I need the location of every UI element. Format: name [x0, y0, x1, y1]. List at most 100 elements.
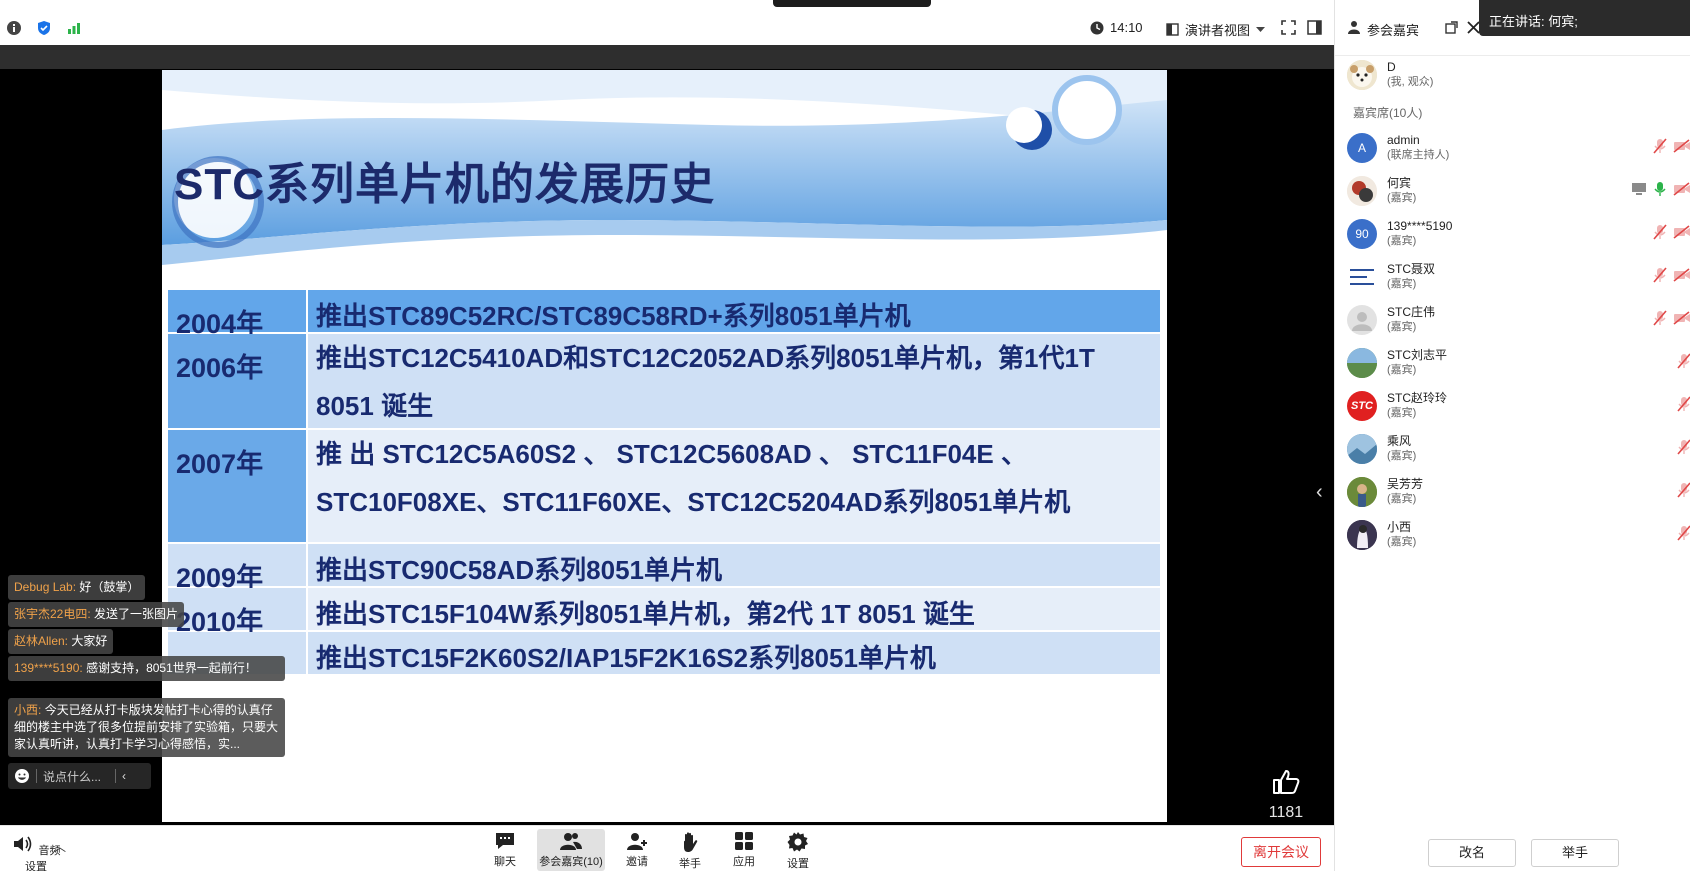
section-label: 嘉宾席(10人)	[1353, 106, 1423, 120]
mic-muted-icon[interactable]	[1653, 310, 1667, 326]
speaker-icon	[14, 836, 32, 852]
chat-sender: 张宇杰22电四:	[14, 607, 91, 621]
participant-row[interactable]: STC STC赵玲玲 (嘉宾)	[1347, 386, 1690, 426]
participant-row[interactable]: STC刘志平 (嘉宾)	[1347, 343, 1690, 383]
invite-label: 邀请	[626, 856, 648, 868]
mic-muted-icon[interactable]	[1677, 353, 1690, 369]
participant-controls	[1653, 310, 1690, 326]
participant-controls	[1653, 267, 1690, 283]
chat-message: Debug Lab: 好（鼓掌）	[8, 575, 146, 600]
participant-controls	[1677, 396, 1690, 412]
participant-role: (嘉宾)	[1387, 450, 1417, 462]
emoji-icon[interactable]	[14, 768, 30, 784]
self-participant[interactable]: D (我, 观众)	[1347, 60, 1433, 90]
chat-message: 赵林Allen: 大家好	[8, 629, 114, 654]
rename-button[interactable]: 改名	[1428, 839, 1516, 867]
settings-button[interactable]: 设置	[768, 829, 828, 871]
fullscreen-icon[interactable]	[1281, 20, 1296, 40]
table-row: 2006年 推出STC12C5410AD和STC12C2052AD系列8051单…	[168, 334, 1160, 428]
avatar	[1347, 262, 1377, 292]
panel-title: 参会嘉宾	[1367, 23, 1420, 38]
participant-name: 139****5190	[1387, 219, 1453, 233]
panel-raise-hand-button[interactable]: 举手	[1531, 839, 1619, 867]
participant-name: STC刘志平	[1387, 348, 1448, 362]
participant-role: (嘉宾)	[1387, 536, 1417, 548]
mic-active-icon[interactable]	[1653, 181, 1667, 197]
like-count: 1181	[1268, 804, 1304, 821]
table-row: 2009年 推出STC90C58AD系列8051单片机	[168, 544, 1160, 593]
leave-meeting-button[interactable]: 离开会议	[1241, 837, 1321, 867]
avatar	[1347, 348, 1377, 378]
camera-off-icon[interactable]	[1673, 139, 1690, 153]
view-mode-select[interactable]: 演讲者视图	[1166, 20, 1266, 39]
participant-row[interactable]: 何宾 (嘉宾)	[1347, 171, 1690, 211]
participant-role: (嘉宾)	[1387, 278, 1417, 290]
signal-icon[interactable]	[66, 20, 82, 36]
participant-role: (嘉宾)	[1387, 321, 1417, 333]
participant-row[interactable]: STC庄伟 (嘉宾)	[1347, 300, 1690, 340]
camera-off-icon[interactable]	[1673, 268, 1690, 282]
avatar	[1347, 305, 1377, 335]
participant-controls	[1677, 353, 1690, 369]
chat-sender: Debug Lab:	[14, 580, 77, 594]
thumbs-up-icon	[1273, 770, 1300, 794]
hand-icon	[684, 832, 698, 852]
chat-sender: 小西:	[14, 703, 42, 717]
participant-row[interactable]: 90 139****5190 (嘉宾)	[1347, 214, 1690, 254]
mic-muted-icon[interactable]	[1677, 525, 1690, 541]
participant-row[interactable]: 吴芳芳 (嘉宾)	[1347, 472, 1690, 512]
participant-role: (嘉宾)	[1387, 407, 1417, 419]
panel-footer: 改名 举手	[1335, 825, 1690, 871]
chevron-left-icon[interactable]: ‹	[122, 769, 126, 783]
year-cell: 2006年	[168, 334, 308, 428]
mic-muted-icon[interactable]	[1653, 138, 1667, 154]
participant-row[interactable]: STC聂双 (嘉宾)	[1347, 257, 1690, 297]
chat-text: 感谢支持，8051世界一起前行！	[86, 661, 257, 675]
year-cell: 2007年	[168, 430, 308, 542]
table-row: 2004年 推出STC89C52RC/STC89C58RD+系列8051单片机	[168, 290, 1160, 339]
speaking-indicator: 正在讲话: 何宾;	[1479, 0, 1690, 36]
like-button[interactable]: 1181	[1264, 769, 1308, 822]
mic-muted-icon[interactable]	[1677, 482, 1690, 498]
info-icon[interactable]	[6, 20, 22, 36]
camera-off-icon[interactable]	[1673, 311, 1690, 325]
desc-cell: 推出STC15F2K60S2/IAP15F2K16S2系列8051单片机	[308, 632, 1160, 674]
participant-name: D	[1387, 60, 1396, 74]
participant-row[interactable]: 乘风 (嘉宾)	[1347, 429, 1690, 469]
popout-icon[interactable]	[1445, 21, 1458, 34]
mic-muted-icon[interactable]	[1677, 439, 1690, 455]
sidebar-toggle-icon[interactable]	[1307, 20, 1322, 40]
shield-icon[interactable]	[36, 20, 52, 36]
mic-muted-icon[interactable]	[1653, 224, 1667, 240]
chevron-left-icon[interactable]: ‹	[1316, 481, 1323, 504]
table-row: 推出STC15F2K60S2/IAP15F2K16S2系列8051单片机	[168, 632, 1160, 674]
participant-row[interactable]: A admin (联席主持人)	[1347, 128, 1690, 168]
chevron-up-icon[interactable]: ︿	[54, 838, 66, 855]
screen-share-icon[interactable]	[1631, 182, 1647, 196]
participant-name: 乘风	[1387, 434, 1412, 448]
participant-row[interactable]: 小西 (嘉宾)	[1347, 515, 1690, 555]
chat-message: 张宇杰22电四: 发送了一张图片	[8, 602, 185, 627]
mic-muted-icon[interactable]	[1653, 267, 1667, 283]
avatar	[1347, 60, 1377, 90]
chat-text: 发送了一张图片	[94, 607, 179, 621]
grid-icon	[735, 832, 753, 850]
camera-off-icon[interactable]	[1673, 182, 1690, 196]
mic-muted-icon[interactable]	[1677, 396, 1690, 412]
view-mode-label: 演讲者视图	[1185, 23, 1251, 38]
participants-button[interactable]: 参会嘉宾(10)	[537, 829, 605, 871]
participant-controls	[1677, 482, 1690, 498]
camera-off-icon[interactable]	[1673, 225, 1690, 239]
apps-button[interactable]: 应用	[714, 829, 774, 871]
participant-name: 吴芳芳	[1387, 477, 1424, 491]
invite-button[interactable]: 邀请	[607, 829, 667, 871]
chat-message: 小西: 今天已经从打卡版块发帖打卡心得的认真仔细的楼主中选了很多位提前安排了实验…	[8, 698, 285, 757]
participant-role: (我, 观众)	[1387, 76, 1434, 88]
chat-message: 139****5190: 感谢支持，8051世界一起前行！	[8, 656, 285, 681]
participant-role: (嘉宾)	[1387, 364, 1417, 376]
chat-input[interactable]: 说点什么... ‹	[8, 763, 151, 789]
raise-hand-label: 举手	[679, 858, 701, 870]
raise-hand-button[interactable]: 举手	[660, 829, 720, 871]
avatar	[1347, 176, 1377, 206]
chat-button[interactable]: 聊天	[475, 829, 535, 871]
